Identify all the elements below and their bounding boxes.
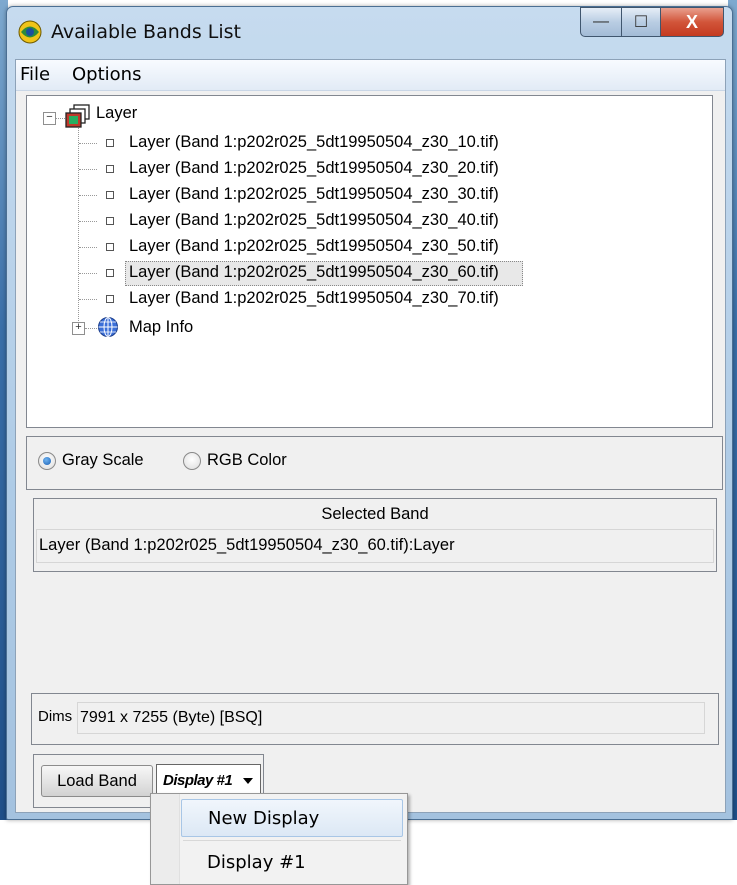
- envi-app-icon: [18, 20, 42, 44]
- menu-bar: File Options: [16, 60, 725, 91]
- band-tree-view[interactable]: − Layer Layer (Band 1:p202r025_5dt199505…: [26, 95, 713, 428]
- rgb-color-radio[interactable]: [183, 452, 201, 470]
- tree-connector: [85, 328, 97, 329]
- tree-band-item[interactable]: Layer (Band 1:p202r025_5dt19950504_z30_5…: [129, 237, 499, 256]
- window-client-area: File Options − Layer Layer (Band 1:p202r…: [15, 59, 726, 813]
- tree-connector: [79, 195, 97, 196]
- maximize-button[interactable]: ☐: [622, 7, 661, 37]
- menu-options[interactable]: Options: [72, 64, 141, 85]
- tree-map-info-label[interactable]: Map Info: [129, 318, 193, 337]
- available-bands-window: Available Bands List — ☐ X File Options …: [6, 6, 733, 820]
- display-dropdown-menu: New Display Display #1: [150, 793, 408, 885]
- display-select-label: Display #1: [163, 772, 233, 789]
- load-band-button[interactable]: Load Band: [41, 765, 153, 797]
- menu-file[interactable]: File: [20, 64, 50, 85]
- layer-stack-icon: [65, 104, 90, 128]
- tree-band-item[interactable]: Layer (Band 1:p202r025_5dt19950504_z30_7…: [129, 289, 499, 308]
- band-leaf-icon: [106, 243, 114, 251]
- gray-scale-radio[interactable]: [38, 452, 56, 470]
- band-leaf-icon: [106, 217, 114, 225]
- selected-band-title: Selected Band: [321, 505, 429, 523]
- gray-scale-label[interactable]: Gray Scale: [62, 451, 144, 470]
- dims-value: 7991 x 7255 (Byte) [BSQ]: [80, 709, 263, 726]
- band-leaf-icon: [106, 269, 114, 277]
- selected-band-field: Layer (Band 1:p202r025_5dt19950504_z30_6…: [36, 529, 714, 563]
- menu-separator: [183, 840, 401, 841]
- dims-group: Dims 7991 x 7255 (Byte) [BSQ]: [31, 693, 719, 745]
- tree-root-label[interactable]: Layer: [96, 104, 137, 123]
- band-leaf-icon: [106, 139, 114, 147]
- tree-connector: [79, 273, 97, 274]
- menu-item-display-1[interactable]: Display #1: [181, 844, 403, 882]
- band-leaf-icon: [106, 295, 114, 303]
- band-leaf-icon: [106, 165, 114, 173]
- dims-field: 7991 x 7255 (Byte) [BSQ]: [77, 702, 705, 734]
- tree-connector: [56, 118, 65, 119]
- tree-band-item[interactable]: Layer (Band 1:p202r025_5dt19950504_z30_4…: [129, 211, 499, 230]
- collapse-toggle-icon[interactable]: −: [43, 112, 56, 125]
- expand-toggle-icon[interactable]: +: [72, 322, 85, 335]
- band-leaf-icon: [106, 191, 114, 199]
- selected-band-value: Layer (Band 1:p202r025_5dt19950504_z30_6…: [39, 536, 455, 554]
- close-button[interactable]: X: [661, 7, 724, 37]
- tree-band-item[interactable]: Layer (Band 1:p202r025_5dt19950504_z30_3…: [129, 185, 499, 204]
- tree-connector: [78, 128, 79, 327]
- menu-item-new-display[interactable]: New Display: [181, 799, 403, 837]
- window-title: Available Bands List: [51, 21, 241, 43]
- tree-connector: [79, 143, 97, 144]
- tree-band-item[interactable]: Layer (Band 1:p202r025_5dt19950504_z30_2…: [129, 159, 499, 178]
- selected-band-group: Selected Band Layer (Band 1:p202r025_5dt…: [33, 498, 717, 572]
- globe-icon: [98, 317, 118, 337]
- tree-band-item[interactable]: Layer (Band 1:p202r025_5dt19950504_z30_6…: [129, 263, 499, 282]
- tree-connector: [79, 299, 97, 300]
- dims-label: Dims: [38, 708, 73, 725]
- tree-band-item[interactable]: Layer (Band 1:p202r025_5dt19950504_z30_1…: [129, 133, 499, 152]
- tree-connector: [79, 221, 97, 222]
- window-controls: — ☐ X: [580, 7, 724, 37]
- tree-connector: [79, 169, 97, 170]
- tree-connector: [79, 247, 97, 248]
- color-mode-group: Gray Scale RGB Color: [26, 436, 723, 490]
- menu-gutter: [151, 794, 180, 884]
- chevron-down-icon: [243, 778, 253, 784]
- rgb-color-label[interactable]: RGB Color: [207, 451, 287, 470]
- minimize-button[interactable]: —: [580, 7, 622, 37]
